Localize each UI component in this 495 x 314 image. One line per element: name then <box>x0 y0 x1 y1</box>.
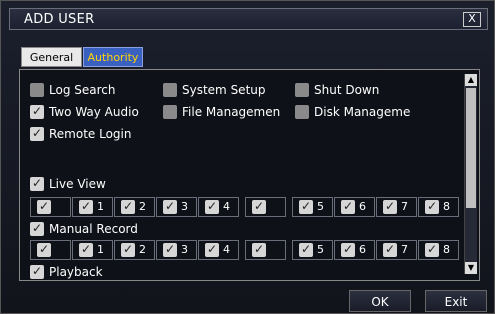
manual-record-channel-2[interactable]: 2 <box>114 240 155 260</box>
playback-label: Playback <box>49 265 103 279</box>
channel-checkbox[interactable] <box>163 242 177 257</box>
live-view-label: Live View <box>49 177 106 191</box>
log-search-checkbox[interactable] <box>30 83 44 97</box>
manual-record-channels: 1 2 3 4 5 6 7 8 <box>30 240 460 262</box>
channel-checkbox[interactable] <box>425 242 439 257</box>
disk-management-checkbox[interactable] <box>295 105 309 119</box>
manual-record-channel-7[interactable]: 7 <box>376 240 417 260</box>
channel-checkbox[interactable] <box>205 242 219 257</box>
channel-checkbox[interactable] <box>121 199 135 214</box>
manual-record-label: Manual Record <box>49 222 138 236</box>
dialog-title: ADD USER <box>24 12 95 27</box>
channel-checkbox[interactable] <box>205 199 219 214</box>
scroll-up-icon[interactable]: ▲ <box>465 74 477 86</box>
channel-checkbox[interactable] <box>299 242 313 257</box>
ok-button[interactable]: OK <box>349 290 411 312</box>
two-way-audio-label: Two Way Audio <box>49 105 139 119</box>
live-view-channel-5[interactable]: 5 <box>292 197 333 217</box>
channel-checkbox[interactable] <box>383 199 397 214</box>
channel-checkbox[interactable] <box>425 199 439 214</box>
add-user-dialog: ADD USER X General Authority Log Search … <box>0 0 495 314</box>
channel-checkbox[interactable] <box>79 242 93 257</box>
scroll-down-icon[interactable]: ▼ <box>465 262 477 274</box>
manual-record-channel-8[interactable]: 8 <box>418 240 459 260</box>
manual-record-channel-4[interactable]: 4 <box>198 240 239 260</box>
file-management-checkbox[interactable] <box>163 105 177 119</box>
shut-down-checkbox[interactable] <box>295 83 309 97</box>
tab-general[interactable]: General <box>21 47 82 67</box>
remote-login-label: Remote Login <box>49 127 132 141</box>
shut-down-label: Shut Down <box>314 83 380 97</box>
authority-panel: Log Search System Setup Shut Down Two Wa… <box>19 69 480 281</box>
channel-checkbox[interactable] <box>79 199 93 214</box>
scroll-thumb[interactable] <box>466 88 476 208</box>
channel-checkbox[interactable] <box>341 242 355 257</box>
live-view-channel-8[interactable]: 8 <box>418 197 459 217</box>
close-button[interactable]: X <box>463 12 481 27</box>
channel-checkbox[interactable] <box>121 242 135 257</box>
system-setup-label: System Setup <box>182 83 266 97</box>
two-way-audio-checkbox[interactable] <box>30 104 44 119</box>
live-view-channel-2[interactable]: 2 <box>114 197 155 217</box>
live-view-channel-1[interactable]: 1 <box>72 197 113 217</box>
channel-checkbox[interactable] <box>37 242 51 257</box>
channel-checkbox[interactable] <box>299 199 313 214</box>
manual-record-channel-6[interactable]: 6 <box>334 240 375 260</box>
manual-record-channel-all-2[interactable] <box>245 240 286 260</box>
channel-checkbox[interactable] <box>163 199 177 214</box>
title-bar: ADD USER X <box>9 8 488 30</box>
manual-record-channel-5[interactable]: 5 <box>292 240 333 260</box>
live-view-channel-all-2[interactable] <box>245 197 286 217</box>
file-management-label: File Managemen <box>182 105 281 119</box>
channel-checkbox[interactable] <box>37 199 51 214</box>
live-view-channel-all[interactable] <box>30 197 71 217</box>
live-view-channel-6[interactable]: 6 <box>334 197 375 217</box>
playback-checkbox[interactable] <box>30 264 44 279</box>
channel-checkbox[interactable] <box>341 199 355 214</box>
live-view-checkbox[interactable] <box>30 176 44 191</box>
live-view-channel-3[interactable]: 3 <box>156 197 197 217</box>
manual-record-channel-all[interactable] <box>30 240 71 260</box>
disk-management-label: Disk Manageme <box>314 105 411 119</box>
channel-checkbox[interactable] <box>252 242 266 257</box>
tab-authority[interactable]: Authority <box>83 47 143 67</box>
channel-checkbox[interactable] <box>252 199 266 214</box>
vertical-scrollbar[interactable]: ▲ ▼ <box>464 74 477 274</box>
exit-button[interactable]: Exit <box>425 290 487 312</box>
manual-record-channel-3[interactable]: 3 <box>156 240 197 260</box>
live-view-channels: 1 2 3 4 5 6 7 8 <box>30 197 460 219</box>
live-view-channel-4[interactable]: 4 <box>198 197 239 217</box>
channel-checkbox[interactable] <box>383 242 397 257</box>
remote-login-checkbox[interactable] <box>30 126 44 141</box>
manual-record-checkbox[interactable] <box>30 221 44 236</box>
live-view-channel-7[interactable]: 7 <box>376 197 417 217</box>
manual-record-channel-1[interactable]: 1 <box>72 240 113 260</box>
system-setup-checkbox[interactable] <box>163 83 177 97</box>
log-search-label: Log Search <box>49 83 116 97</box>
